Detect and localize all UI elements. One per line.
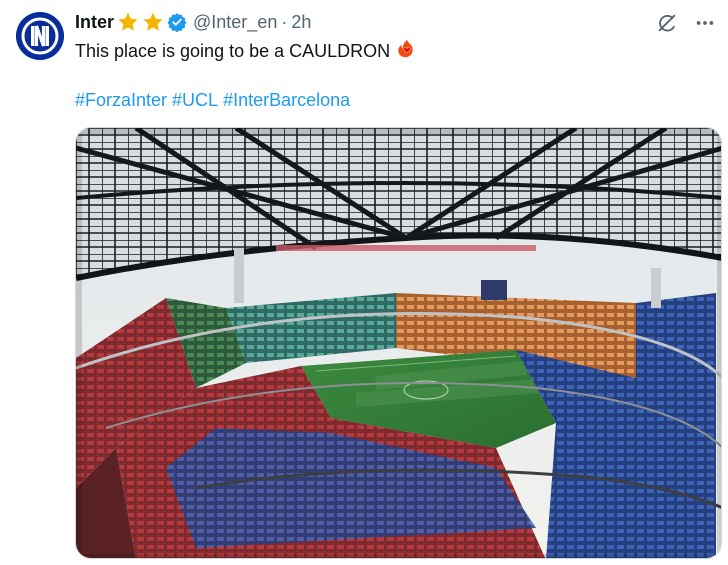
hashtags: #ForzaInter #UCL #InterBarcelona	[75, 88, 355, 112]
tweet-photo[interactable]	[75, 127, 722, 559]
grok-icon[interactable]	[652, 8, 682, 38]
display-name[interactable]: Inter	[75, 12, 114, 33]
star-icon	[117, 11, 139, 33]
timestamp[interactable]: 2h	[291, 12, 311, 33]
fire-heart-icon	[396, 38, 418, 66]
tweet-text-content: This place is going to be a CAULDRON	[75, 41, 391, 61]
hashtag-ucl[interactable]: #UCL	[172, 90, 218, 110]
separator: ·	[281, 11, 288, 32]
tweet-actions-top	[652, 8, 720, 38]
hashtag-forzainter[interactable]: #ForzaInter	[75, 90, 167, 110]
hashtag-interbarcelona[interactable]: #InterBarcelona	[223, 90, 350, 110]
handle[interactable]: @Inter_en	[193, 12, 277, 33]
verified-icon[interactable]	[167, 12, 187, 32]
inter-logo-icon	[16, 12, 64, 60]
more-icon[interactable]	[690, 8, 720, 38]
tweet-text: This place is going to be a CAULDRON	[75, 38, 418, 66]
avatar[interactable]	[16, 12, 64, 60]
tweet-header: Inter @Inter_en · 2h	[75, 10, 311, 34]
tweet[interactable]: Inter @Inter_en · 2h This place is going…	[0, 0, 728, 565]
stadium-photo	[76, 128, 721, 558]
star-icon	[142, 11, 164, 33]
